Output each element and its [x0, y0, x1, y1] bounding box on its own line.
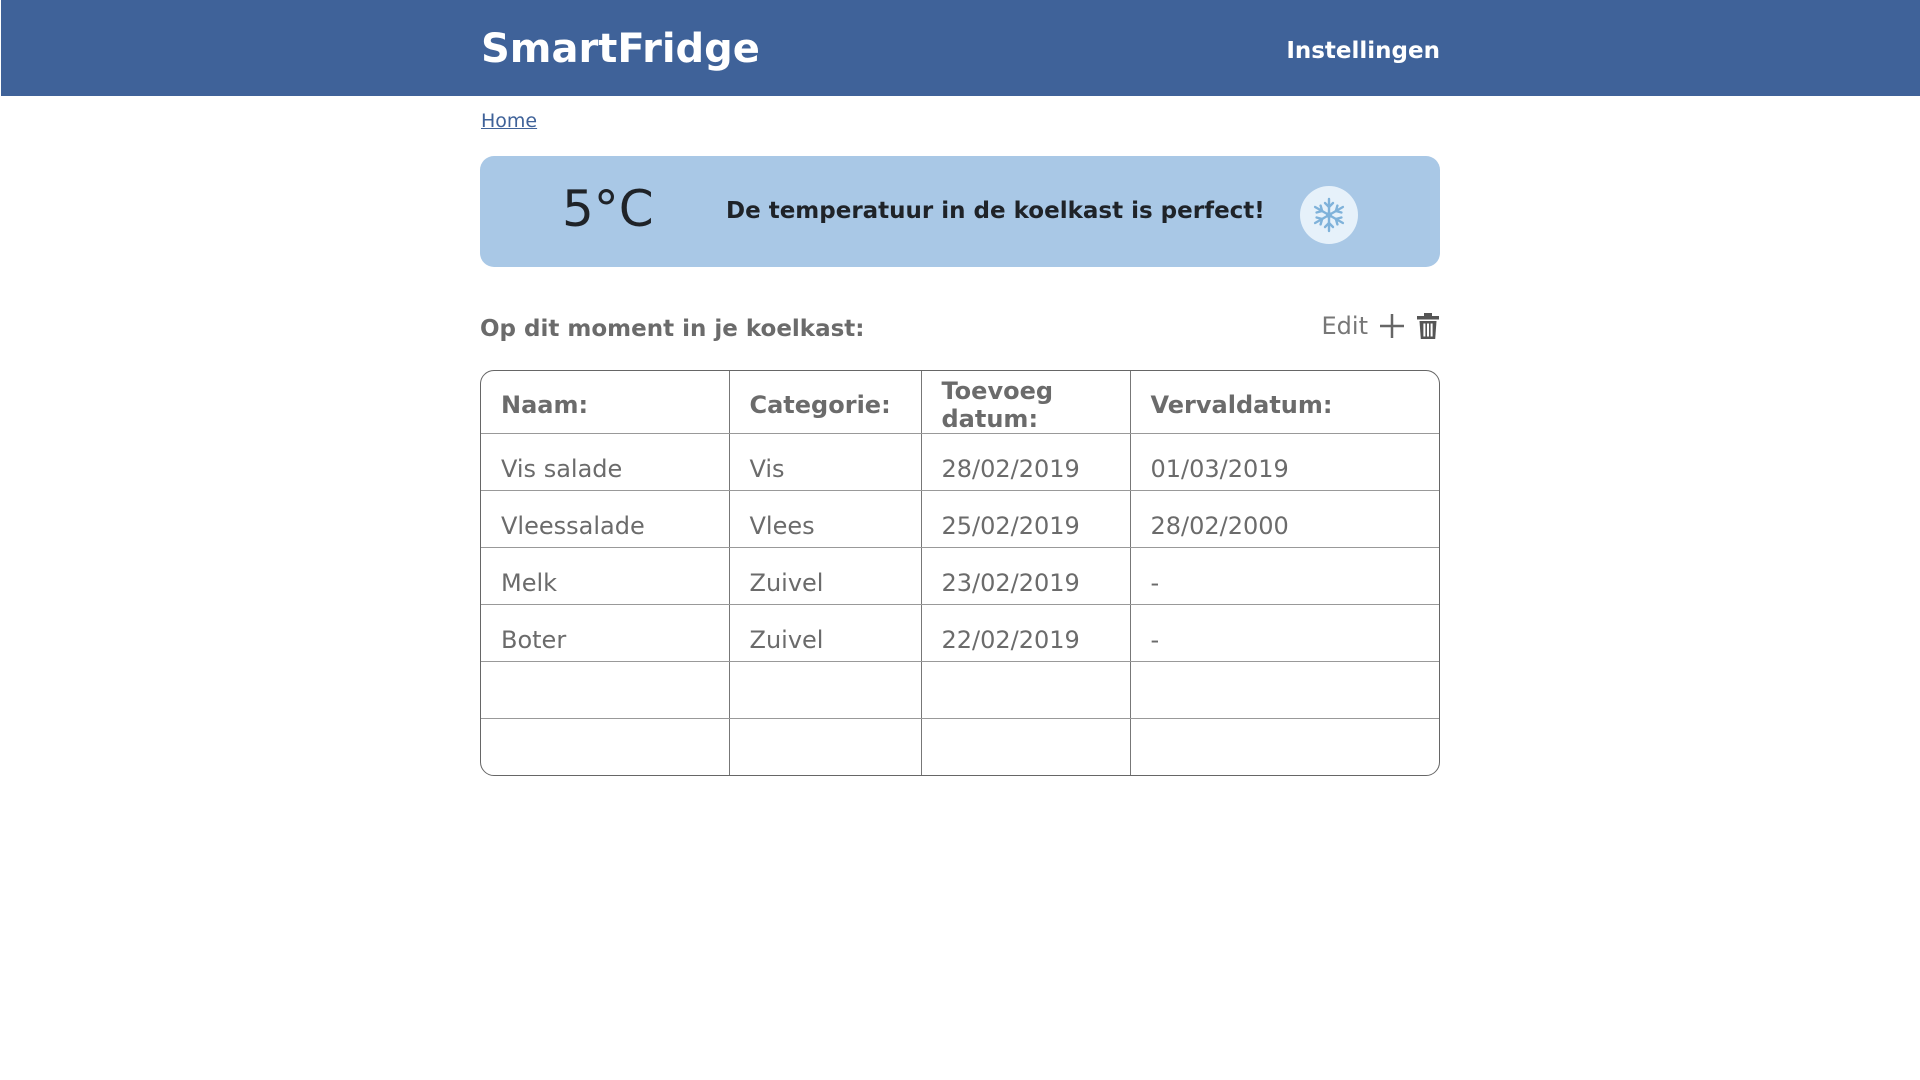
- table-header-row: Naam: Categorie: Toevoeg datum: Vervalda…: [481, 371, 1439, 434]
- cell-expiry-date: -: [1130, 604, 1439, 662]
- cell-added-date: [921, 661, 1131, 719]
- temperature-card: 5°C De temperatuur in de koelkast is per…: [480, 156, 1440, 267]
- cell-expiry-date: 28/02/2000: [1130, 490, 1439, 548]
- cell-name: Melk: [481, 547, 730, 605]
- snowflake-icon: [1300, 186, 1358, 244]
- cell-added-date: 22/02/2019: [921, 604, 1131, 662]
- cell-name: [481, 718, 730, 775]
- cell-expiry-date: [1130, 718, 1439, 775]
- inventory-title: Op dit moment in je koelkast:: [480, 316, 865, 342]
- cell-name: [481, 661, 730, 719]
- breadcrumb-home-link[interactable]: Home: [481, 110, 537, 132]
- column-header-added-date: Toevoeg datum:: [921, 371, 1131, 434]
- brand-logo[interactable]: SmartFridge: [481, 26, 760, 72]
- cell-name: Vleessalade: [481, 490, 730, 548]
- table-row[interactable]: Boter Zuivel 22/02/2019 -: [481, 604, 1439, 662]
- cell-category: Vlees: [729, 490, 922, 548]
- table-row-empty[interactable]: [481, 661, 1439, 719]
- plus-icon[interactable]: [1378, 312, 1406, 340]
- cell-category: [729, 661, 922, 719]
- column-header-expiry-date: Vervaldatum:: [1130, 371, 1439, 434]
- cell-category: Zuivel: [729, 547, 922, 605]
- edit-button[interactable]: Edit: [1322, 312, 1368, 340]
- cell-expiry-date: [1130, 661, 1439, 719]
- table-row[interactable]: Melk Zuivel 23/02/2019 -: [481, 547, 1439, 605]
- cell-category: [729, 718, 922, 775]
- trash-icon[interactable]: [1416, 312, 1440, 340]
- top-navbar: SmartFridge Instellingen: [1, 0, 1920, 96]
- cell-category: Vis: [729, 433, 922, 491]
- column-header-name: Naam:: [481, 371, 730, 434]
- cell-name: Boter: [481, 604, 730, 662]
- cell-category: Zuivel: [729, 604, 922, 662]
- cell-expiry-date: 01/03/2019: [1130, 433, 1439, 491]
- temperature-value: 5°C: [562, 180, 654, 238]
- table-row-empty[interactable]: [481, 718, 1439, 775]
- cell-added-date: 28/02/2019: [921, 433, 1131, 491]
- cell-added-date: [921, 718, 1131, 775]
- settings-link[interactable]: Instellingen: [1286, 38, 1440, 64]
- column-header-category: Categorie:: [729, 371, 922, 434]
- cell-added-date: 23/02/2019: [921, 547, 1131, 605]
- table-row[interactable]: Vleessalade Vlees 25/02/2019 28/02/2000: [481, 490, 1439, 548]
- cell-expiry-date: -: [1130, 547, 1439, 605]
- inventory-table: Naam: Categorie: Toevoeg datum: Vervalda…: [480, 370, 1440, 776]
- inventory-toolbar: Edit: [1322, 312, 1440, 340]
- table-row[interactable]: Vis salade Vis 28/02/2019 01/03/2019: [481, 433, 1439, 491]
- cell-name: Vis salade: [481, 433, 730, 491]
- temperature-message: De temperatuur in de koelkast is perfect…: [726, 198, 1265, 224]
- cell-added-date: 25/02/2019: [921, 490, 1131, 548]
